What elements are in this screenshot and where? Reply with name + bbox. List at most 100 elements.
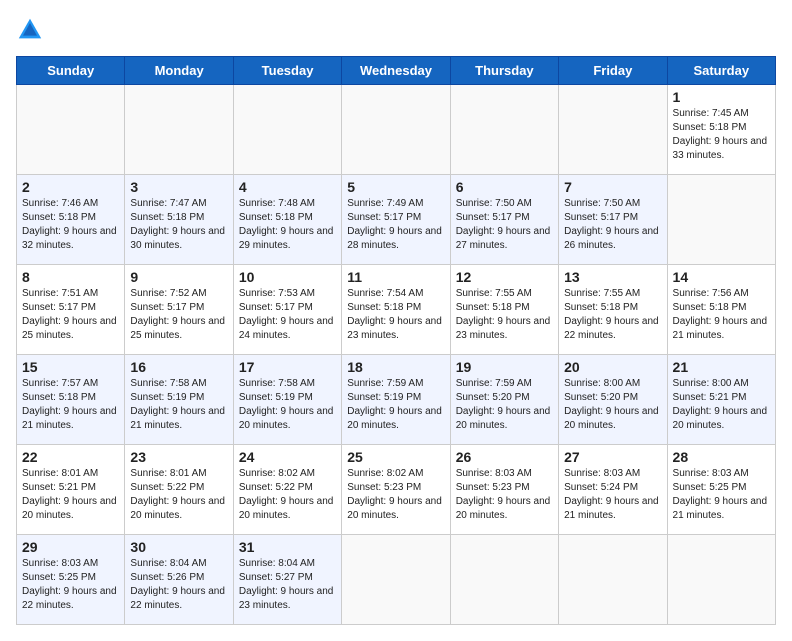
day-number: 24: [239, 449, 336, 465]
weekday-header-friday: Friday: [559, 57, 667, 85]
calendar-cell: 27Sunrise: 8:03 AMSunset: 5:24 PMDayligh…: [559, 445, 667, 535]
calendar-cell: 13Sunrise: 7:55 AMSunset: 5:18 PMDayligh…: [559, 265, 667, 355]
calendar-header: SundayMondayTuesdayWednesdayThursdayFrid…: [17, 57, 776, 85]
cell-info: Sunrise: 8:02 AMSunset: 5:23 PMDaylight:…: [347, 468, 442, 521]
cell-info: Sunrise: 7:50 AMSunset: 5:17 PMDaylight:…: [564, 198, 659, 251]
header: [16, 16, 776, 44]
cell-info: Sunrise: 8:03 AMSunset: 5:24 PMDaylight:…: [564, 468, 659, 521]
calendar-cell: 12 Sunrise: 7:55 AMSunset: 5:18 PMDayligh…: [450, 265, 558, 355]
calendar-cell: 22 Sunrise: 8:01 AMSunset: 5:21 PMDayligh…: [17, 445, 125, 535]
calendar-cell: 18 Sunrise: 7:59 AMSunset: 5:19 PMDayligh…: [342, 355, 450, 445]
day-number: 3: [130, 179, 227, 195]
calendar-cell: 8Sunrise: 7:51 AMSunset: 5:17 PMDaylight…: [17, 265, 125, 355]
cell-info: Sunrise: 8:00 AMSunset: 5:21 PMDaylight:…: [673, 378, 768, 431]
day-number: 6: [456, 179, 553, 195]
day-number: 26: [456, 449, 553, 465]
day-number: 18: [347, 359, 444, 375]
calendar-cell: [667, 535, 775, 625]
day-number: 28: [673, 449, 770, 465]
calendar-cell: 2Sunrise: 7:46 AMSunset: 5:18 PMDaylight…: [17, 175, 125, 265]
cell-info: Sunrise: 7:56 AMSunset: 5:18 PMDaylight:…: [673, 288, 768, 341]
day-number: 21: [673, 359, 770, 375]
day-number: 2: [22, 179, 119, 195]
calendar-cell: 30Sunrise: 8:04 AMSunset: 5:26 PMDayligh…: [125, 535, 233, 625]
calendar-week-1: 1 Sunrise: 7:45 AMSunset: 5:18 PMDaylight…: [17, 85, 776, 175]
calendar-cell: 31 Sunrise: 8:04 AMSunset: 5:27 PMDayligh…: [233, 535, 341, 625]
calendar-cell: 15Sunrise: 7:57 AMSunset: 5:18 PMDayligh…: [17, 355, 125, 445]
calendar-cell: 7 Sunrise: 7:50 AMSunset: 5:17 PMDaylight…: [559, 175, 667, 265]
cell-info: Sunrise: 8:04 AMSunset: 5:27 PMDaylight:…: [239, 558, 334, 611]
calendar-week-6: 29 Sunrise: 8:03 AMSunset: 5:25 PMDayligh…: [17, 535, 776, 625]
cell-info: Sunrise: 7:54 AMSunset: 5:18 PMDaylight:…: [347, 288, 442, 341]
weekday-header-thursday: Thursday: [450, 57, 558, 85]
day-number: 10: [239, 269, 336, 285]
day-number: 7: [564, 179, 661, 195]
cell-info: Sunrise: 7:47 AMSunset: 5:18 PMDaylight:…: [130, 198, 225, 251]
calendar-cell: [559, 535, 667, 625]
weekday-header-monday: Monday: [125, 57, 233, 85]
calendar-cell: [342, 85, 450, 175]
day-number: 9: [130, 269, 227, 285]
weekday-header-tuesday: Tuesday: [233, 57, 341, 85]
day-number: 5: [347, 179, 444, 195]
calendar-cell: 11 Sunrise: 7:54 AMSunset: 5:18 PMDayligh…: [342, 265, 450, 355]
cell-info: Sunrise: 7:59 AMSunset: 5:20 PMDaylight:…: [456, 378, 551, 431]
calendar-body: 1 Sunrise: 7:45 AMSunset: 5:18 PMDaylight…: [17, 85, 776, 625]
cell-info: Sunrise: 8:01 AMSunset: 5:22 PMDaylight:…: [130, 468, 225, 521]
calendar-cell: 5 Sunrise: 7:49 AMSunset: 5:17 PMDaylight…: [342, 175, 450, 265]
calendar-cell: 6Sunrise: 7:50 AMSunset: 5:17 PMDaylight…: [450, 175, 558, 265]
calendar-cell: [342, 535, 450, 625]
cell-info: Sunrise: 7:58 AMSunset: 5:19 PMDaylight:…: [130, 378, 225, 431]
cell-info: Sunrise: 7:55 AMSunset: 5:18 PMDaylight:…: [456, 288, 551, 341]
calendar-table: SundayMondayTuesdayWednesdayThursdayFrid…: [16, 56, 776, 625]
day-number: 12: [456, 269, 553, 285]
calendar-cell: 10 Sunrise: 7:53 AMSunset: 5:17 PMDayligh…: [233, 265, 341, 355]
day-number: 17: [239, 359, 336, 375]
calendar-cell: 20Sunrise: 8:00 AMSunset: 5:20 PMDayligh…: [559, 355, 667, 445]
calendar-cell: [125, 85, 233, 175]
cell-info: Sunrise: 8:03 AMSunset: 5:25 PMDaylight:…: [22, 558, 117, 611]
calendar-cell: [450, 535, 558, 625]
day-number: 22: [22, 449, 119, 465]
day-number: 19: [456, 359, 553, 375]
cell-info: Sunrise: 7:48 AMSunset: 5:18 PMDaylight:…: [239, 198, 334, 251]
calendar-cell: 9 Sunrise: 7:52 AMSunset: 5:17 PMDaylight…: [125, 265, 233, 355]
cell-info: Sunrise: 7:59 AMSunset: 5:19 PMDaylight:…: [347, 378, 442, 431]
cell-info: Sunrise: 7:53 AMSunset: 5:17 PMDaylight:…: [239, 288, 334, 341]
calendar-cell: 17Sunrise: 7:58 AMSunset: 5:19 PMDayligh…: [233, 355, 341, 445]
day-number: 16: [130, 359, 227, 375]
day-number: 1: [673, 89, 770, 105]
calendar-cell: [17, 85, 125, 175]
calendar-week-3: 8Sunrise: 7:51 AMSunset: 5:17 PMDaylight…: [17, 265, 776, 355]
cell-info: Sunrise: 8:00 AMSunset: 5:20 PMDaylight:…: [564, 378, 659, 431]
calendar-cell: 4 Sunrise: 7:48 AMSunset: 5:18 PMDaylight…: [233, 175, 341, 265]
cell-info: Sunrise: 8:01 AMSunset: 5:21 PMDaylight:…: [22, 468, 117, 521]
cell-info: Sunrise: 7:49 AMSunset: 5:17 PMDaylight:…: [347, 198, 442, 251]
calendar-cell: [559, 85, 667, 175]
calendar-cell: 14 Sunrise: 7:56 AMSunset: 5:18 PMDayligh…: [667, 265, 775, 355]
calendar-cell: 24Sunrise: 8:02 AMSunset: 5:22 PMDayligh…: [233, 445, 341, 535]
day-number: 29: [22, 539, 119, 555]
calendar-cell: 26 Sunrise: 8:03 AMSunset: 5:23 PMDayligh…: [450, 445, 558, 535]
calendar-cell: [667, 175, 775, 265]
calendar-cell: 25Sunrise: 8:02 AMSunset: 5:23 PMDayligh…: [342, 445, 450, 535]
calendar-week-5: 22 Sunrise: 8:01 AMSunset: 5:21 PMDayligh…: [17, 445, 776, 535]
calendar-cell: 21 Sunrise: 8:00 AMSunset: 5:21 PMDayligh…: [667, 355, 775, 445]
cell-info: Sunrise: 8:03 AMSunset: 5:23 PMDaylight:…: [456, 468, 551, 521]
calendar-week-4: 15Sunrise: 7:57 AMSunset: 5:18 PMDayligh…: [17, 355, 776, 445]
calendar-cell: [233, 85, 341, 175]
weekday-header-sunday: Sunday: [17, 57, 125, 85]
weekday-header-saturday: Saturday: [667, 57, 775, 85]
day-number: 4: [239, 179, 336, 195]
day-number: 11: [347, 269, 444, 285]
cell-info: Sunrise: 7:45 AMSunset: 5:18 PMDaylight:…: [673, 108, 768, 161]
cell-info: Sunrise: 7:52 AMSunset: 5:17 PMDaylight:…: [130, 288, 225, 341]
weekday-header-wednesday: Wednesday: [342, 57, 450, 85]
cell-info: Sunrise: 8:03 AMSunset: 5:25 PMDaylight:…: [673, 468, 768, 521]
calendar-week-2: 2Sunrise: 7:46 AMSunset: 5:18 PMDaylight…: [17, 175, 776, 265]
calendar-cell: 16 Sunrise: 7:58 AMSunset: 5:19 PMDayligh…: [125, 355, 233, 445]
calendar-cell: 28 Sunrise: 8:03 AMSunset: 5:25 PMDayligh…: [667, 445, 775, 535]
day-number: 14: [673, 269, 770, 285]
day-number: 31: [239, 539, 336, 555]
day-number: 8: [22, 269, 119, 285]
